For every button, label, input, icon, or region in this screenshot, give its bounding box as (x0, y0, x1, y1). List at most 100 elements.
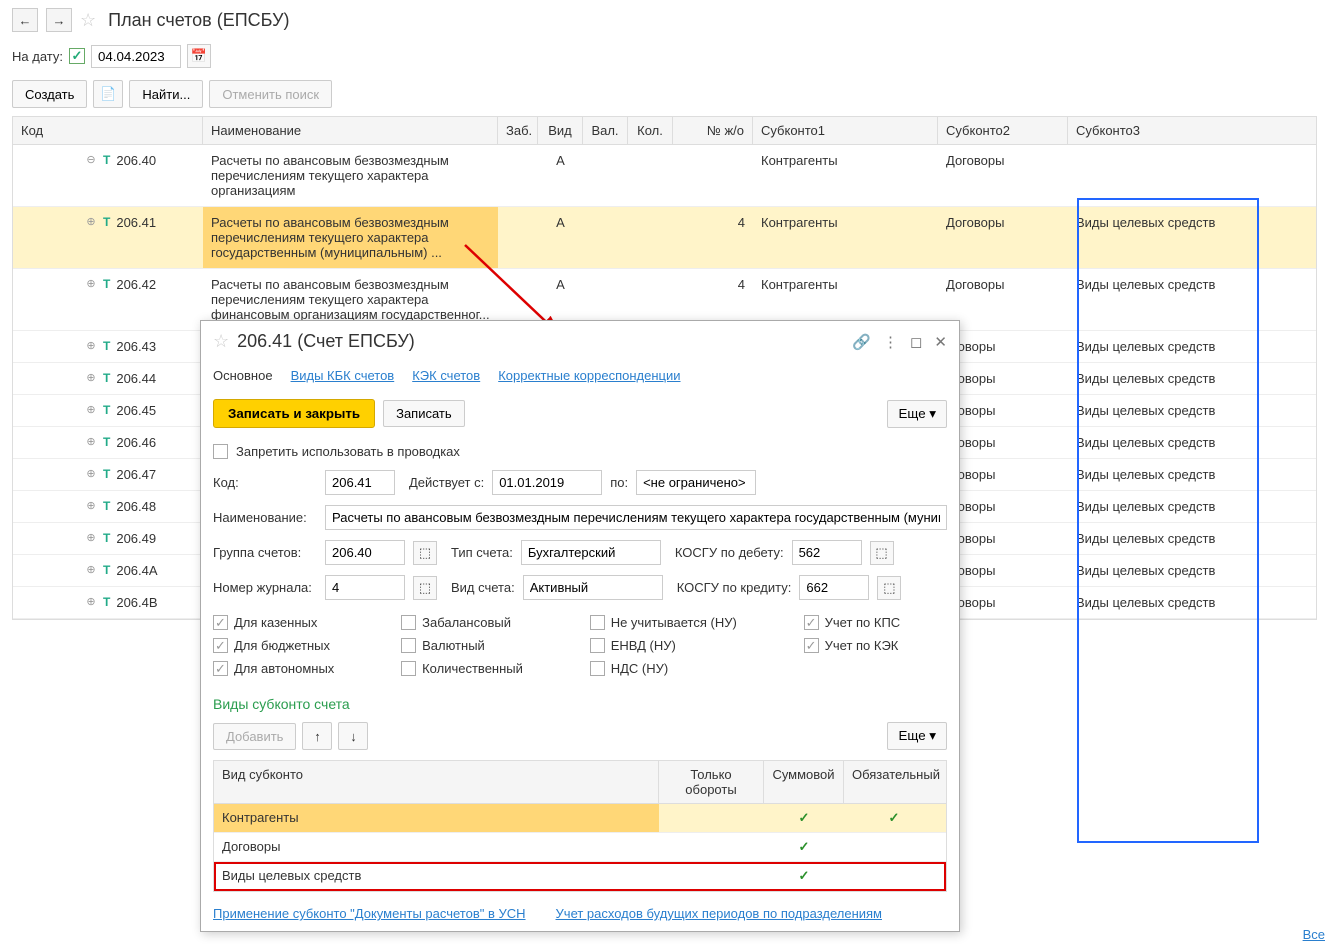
chk-ne-nu[interactable] (590, 615, 605, 630)
vid-input[interactable] (523, 575, 663, 600)
col-val[interactable]: Вал. (583, 117, 628, 144)
account-type-icon: Т (103, 531, 110, 545)
tab-main[interactable]: Основное (213, 368, 273, 383)
calendar-icon[interactable]: 📅 (187, 44, 211, 68)
tree-expand-icon[interactable]: ⊕ (85, 215, 97, 227)
add-subkonto-button[interactable]: Добавить (213, 723, 296, 750)
tree-expand-icon[interactable]: ⊕ (85, 371, 97, 383)
to-input[interactable] (636, 470, 756, 495)
sub-col-oboroty[interactable]: Только обороты (659, 761, 764, 803)
tree-expand-icon[interactable]: ⊕ (85, 339, 97, 351)
usn-link[interactable]: Применение субконто "Документы расчетов"… (213, 906, 526, 921)
kosgu-dt-input[interactable] (792, 540, 862, 565)
subkonto-more-button[interactable]: Еще ▾ (887, 722, 947, 750)
chk-kazennyh[interactable]: ✓ (213, 615, 228, 630)
col-sub2[interactable]: Субконто2 (938, 117, 1068, 144)
tree-expand-icon[interactable]: ⊕ (85, 531, 97, 543)
account-type-icon: Т (103, 403, 110, 417)
col-nzh[interactable]: № ж/о (673, 117, 753, 144)
account-type-icon: Т (103, 339, 110, 353)
chk-nds[interactable] (590, 661, 605, 676)
chk-budget[interactable]: ✓ (213, 638, 228, 653)
chk-autonom[interactable]: ✓ (213, 661, 228, 676)
name-label: Наименование: (213, 510, 317, 525)
account-type-icon: Т (103, 499, 110, 513)
col-sub1[interactable]: Субконто1 (753, 117, 938, 144)
future-expense-link[interactable]: Учет расходов будущих периодов по подраз… (556, 906, 882, 921)
tree-expand-icon[interactable]: ⊕ (85, 467, 97, 479)
sub-col-req[interactable]: Обязательный (844, 761, 944, 803)
acct-type-label: Тип счета: (451, 545, 513, 560)
col-sub3[interactable]: Субконто3 (1068, 117, 1248, 144)
all-link[interactable]: Все (1303, 927, 1325, 942)
chk-zabalans[interactable] (401, 615, 416, 630)
chk-envd[interactable] (590, 638, 605, 653)
dialog-star-icon[interactable]: ☆ (213, 331, 229, 352)
date-label: На дату: (12, 49, 63, 64)
subkonto-row[interactable]: Виды целевых средств ✓ (214, 862, 946, 891)
chk-kek[interactable]: ✓ (804, 638, 819, 653)
kosgu-kt-input[interactable] (799, 575, 869, 600)
journal-select-icon[interactable]: ⬚ (413, 576, 437, 600)
account-type-icon: Т (103, 595, 110, 609)
subkonto-row[interactable]: Контрагенты ✓ ✓ (214, 804, 946, 833)
tree-expand-icon[interactable]: ⊕ (85, 403, 97, 415)
subkonto-row[interactable]: Договоры ✓ (214, 833, 946, 862)
col-zab[interactable]: Заб. (498, 117, 538, 144)
maximize-icon[interactable]: ◻ (910, 333, 922, 351)
group-label: Группа счетов: (213, 545, 317, 560)
kosgu-kt-select-icon[interactable]: ⬚ (877, 576, 901, 600)
tab-corr[interactable]: Корректные корреспонденции (498, 368, 680, 383)
table-row[interactable]: ⊖Т206.40 Расчеты по авансовым безвозмезд… (13, 145, 1316, 207)
code-label: Код: (213, 475, 317, 490)
tab-kek[interactable]: КЭК счетов (412, 368, 480, 383)
back-button[interactable]: ← (12, 8, 38, 32)
col-vid[interactable]: Вид (538, 117, 583, 144)
sub-col-type[interactable]: Вид субконто (214, 761, 659, 803)
tree-expand-icon[interactable]: ⊖ (85, 153, 97, 165)
kosgu-dt-select-icon[interactable]: ⬚ (870, 541, 894, 565)
close-icon[interactable]: ✕ (934, 333, 947, 351)
subkonto-section-title: Виды субконто счета (201, 686, 959, 718)
code-input[interactable] (325, 470, 395, 495)
date-input[interactable] (91, 45, 181, 68)
copy-icon[interactable]: 📄 (93, 80, 123, 108)
acct-type-input[interactable] (521, 540, 661, 565)
tree-expand-icon[interactable]: ⊕ (85, 435, 97, 447)
name-input[interactable] (325, 505, 947, 530)
col-kol[interactable]: Кол. (628, 117, 673, 144)
save-close-button[interactable]: Записать и закрыть (213, 399, 375, 428)
table-row[interactable]: ⊕Т206.41 Расчеты по авансовым безвозмезд… (13, 207, 1316, 269)
account-type-icon: Т (103, 435, 110, 449)
tab-kbk[interactable]: Виды КБК счетов (291, 368, 395, 383)
chk-valut[interactable] (401, 638, 416, 653)
group-input[interactable] (325, 540, 405, 565)
move-down-icon[interactable]: ↓ (338, 722, 368, 750)
tree-expand-icon[interactable]: ⊕ (85, 595, 97, 607)
save-button[interactable]: Записать (383, 400, 465, 427)
tree-expand-icon[interactable]: ⊕ (85, 563, 97, 575)
chk-kps[interactable]: ✓ (804, 615, 819, 630)
group-select-icon[interactable]: ⬚ (413, 541, 437, 565)
date-checkbox[interactable]: ✓ (69, 48, 85, 64)
move-up-icon[interactable]: ↑ (302, 722, 332, 750)
account-dialog: ☆ 206.41 (Счет ЕПСБУ) 🔗 ⋮ ◻ ✕ Основное В… (200, 320, 960, 932)
favorite-star-icon[interactable]: ☆ (80, 10, 96, 31)
tree-expand-icon[interactable]: ⊕ (85, 499, 97, 511)
sub-col-sum[interactable]: Суммовой (764, 761, 844, 803)
cancel-search-button[interactable]: Отменить поиск (209, 80, 332, 108)
chk-kolich[interactable] (401, 661, 416, 676)
journal-input[interactable] (325, 575, 405, 600)
from-input[interactable] (492, 470, 602, 495)
forward-button[interactable]: → (46, 8, 72, 32)
menu-icon[interactable]: ⋮ (883, 333, 898, 351)
forbid-checkbox[interactable] (213, 444, 228, 459)
col-name[interactable]: Наименование (203, 117, 498, 144)
tree-expand-icon[interactable]: ⊕ (85, 277, 97, 289)
link-icon[interactable]: 🔗 (852, 333, 871, 351)
subkonto-table: Вид субконто Только обороты Суммовой Обя… (213, 760, 947, 892)
col-code[interactable]: Код (13, 117, 203, 144)
dialog-more-button[interactable]: Еще ▾ (887, 400, 947, 428)
find-button[interactable]: Найти... (129, 80, 203, 108)
create-button[interactable]: Создать (12, 80, 87, 108)
